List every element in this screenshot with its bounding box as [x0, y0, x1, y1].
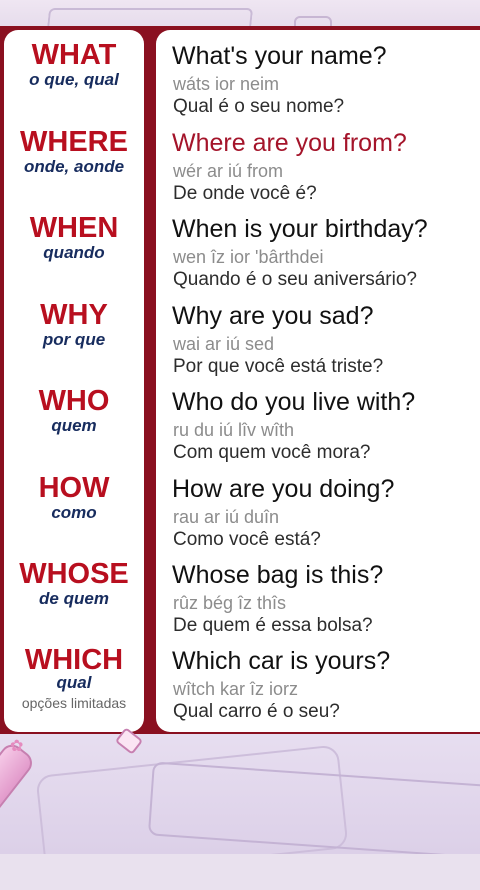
question-word: WHAT [31, 39, 117, 71]
example-question: Whose bag is this? [172, 561, 384, 589]
pronunciation: wîtch kar îz iorz [173, 679, 299, 699]
example-question: Where are you from? [172, 129, 407, 157]
question-word: HOW [38, 472, 110, 504]
question-word-translation: onde, aonde [23, 157, 125, 176]
question-word-translation: qual [56, 673, 92, 692]
question-word: WHEN [29, 212, 119, 244]
row-why: WHY por que Why are you sad? wai ar iú s… [0, 300, 480, 386]
question-word: WHERE [20, 126, 128, 158]
question-word-translation: quem [51, 416, 97, 435]
pronunciation: wér ar iú from [173, 161, 284, 181]
pronunciation: rau ar iú duîn [173, 507, 280, 527]
question-word: WHICH [24, 644, 124, 676]
portuguese-translation: Por que você está triste? [173, 356, 384, 377]
bottom-decoration [0, 734, 480, 854]
question-word-translation: por que [42, 330, 106, 349]
question-word: WHOSE [19, 558, 129, 590]
question-word: WHY [40, 299, 108, 331]
question-word-translation: quando [43, 243, 105, 262]
example-question: How are you doing? [172, 475, 395, 503]
example-question: Why are you sad? [172, 302, 374, 330]
top-decoration [0, 0, 480, 34]
pronunciation: ru du iú lîv wîth [173, 420, 295, 440]
question-word-translation: como [51, 503, 97, 522]
row-whose: WHOSE de quem Whose bag is this? rûz bég… [0, 559, 480, 645]
pronunciation: rûz bég îz thîs [173, 593, 287, 613]
row-which: WHICH qual opções limitadas Which car is… [0, 645, 480, 731]
row-what: WHAT o que, qual What's your name? wáts … [0, 40, 480, 126]
question-word-translation: de quem [39, 589, 109, 608]
flower-icon: ✿ [10, 738, 24, 755]
pronunciation: wen îz ior 'bârthdei [173, 247, 324, 267]
example-question: Which car is yours? [172, 647, 391, 675]
example-question: When is your birthday? [172, 215, 428, 243]
pronunciation: wai ar iú sed [173, 334, 275, 354]
row-where: WHERE onde, aonde Where are you from? wé… [0, 127, 480, 213]
portuguese-translation: Como você está? [173, 529, 321, 550]
portuguese-translation: Com quem você mora? [173, 442, 371, 463]
question-word: WHO [38, 385, 110, 417]
portuguese-translation: Qual é o seu nome? [173, 96, 345, 117]
question-word-translation: o que, qual [29, 70, 119, 89]
portuguese-translation: Qual carro é o seu? [173, 701, 340, 722]
portuguese-translation: De quem é essa bolsa? [173, 615, 373, 636]
usage-note: opções limitadas [21, 695, 127, 711]
example-question: Who do you live with? [172, 388, 416, 416]
row-who: WHO quem Who do you live with? ru du iú … [0, 386, 480, 472]
row-when: WHEN quando When is your birthday? wen î… [0, 213, 480, 299]
pronunciation: wáts ior neim [173, 74, 280, 94]
portuguese-translation: De onde você é? [173, 183, 317, 204]
example-question: What's your name? [172, 42, 387, 70]
row-how: HOW como How are you doing? rau ar iú du… [0, 473, 480, 559]
portuguese-translation: Quando é o seu aniversário? [173, 269, 417, 290]
